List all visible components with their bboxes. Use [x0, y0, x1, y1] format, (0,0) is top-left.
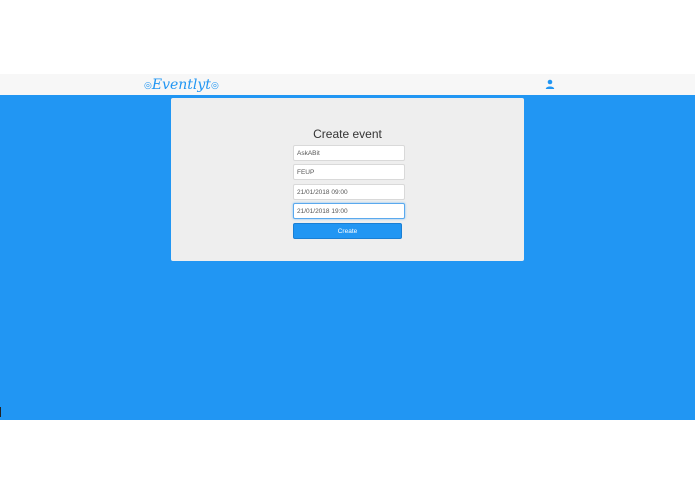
- logo-text: Eventlyt: [151, 77, 211, 93]
- page-title: Create event: [313, 127, 382, 141]
- create-event-card: Create event Create: [171, 98, 524, 261]
- event-location-field[interactable]: [293, 164, 405, 180]
- create-button[interactable]: Create: [293, 223, 402, 239]
- logo-right-ornament: ◎: [210, 81, 219, 91]
- event-name-field[interactable]: [293, 145, 405, 161]
- event-end-field[interactable]: [293, 203, 405, 219]
- brand-logo[interactable]: ◎Eventlyt◎: [144, 76, 219, 94]
- text-cursor: [0, 407, 1, 417]
- navbar: ◎Eventlyt◎: [0, 74, 695, 97]
- main-content: Create event Create: [0, 97, 695, 420]
- user-icon[interactable]: [545, 79, 555, 89]
- event-start-field[interactable]: [293, 184, 405, 200]
- logo-left-ornament: ◎: [144, 81, 152, 91]
